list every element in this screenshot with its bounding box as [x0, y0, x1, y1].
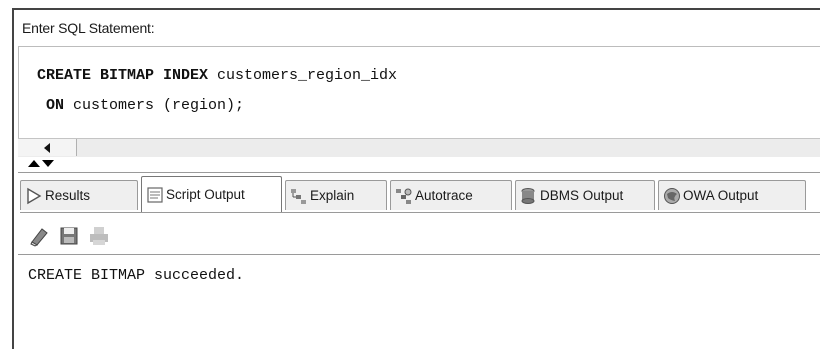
- tab-dbms-output[interactable]: DBMS Output: [515, 180, 655, 210]
- owa-output-icon: [663, 187, 681, 205]
- sql-text: customers_region_idx: [208, 67, 398, 84]
- collapse-down-icon[interactable]: [42, 160, 54, 167]
- tab-label: Explain: [310, 188, 355, 203]
- divider: [18, 172, 820, 173]
- scroll-left-button[interactable]: [18, 139, 77, 156]
- statement-label: Enter SQL Statement:: [22, 20, 155, 36]
- tab-script-output[interactable]: Script Output: [141, 176, 282, 212]
- sql-line-2: ON customers (region);: [37, 97, 244, 114]
- script-output-area[interactable]: CREATE BITMAP succeeded.: [18, 254, 820, 350]
- sql-line-1: CREATE BITMAP INDEX customers_region_idx: [37, 67, 397, 84]
- tab-label: OWA Output: [683, 188, 759, 203]
- eraser-icon[interactable]: [28, 225, 50, 247]
- output-tab-bar: Results Script Output Explain Autotrace: [20, 176, 820, 213]
- horizontal-scrollbar[interactable]: [18, 138, 820, 157]
- tab-label: Results: [45, 188, 91, 203]
- output-message: CREATE BITMAP succeeded.: [28, 267, 245, 284]
- tab-owa-output[interactable]: OWA Output: [658, 180, 806, 210]
- output-toolbar: [20, 220, 820, 252]
- autotrace-icon: [395, 187, 413, 205]
- sql-keyword: ON: [37, 97, 65, 114]
- sql-editor[interactable]: CREATE BITMAP INDEX customers_region_idx…: [18, 46, 820, 139]
- script-output-icon: [146, 186, 164, 204]
- sql-worksheet: Enter SQL Statement: CREATE BITMAP INDEX…: [12, 8, 820, 350]
- sql-text: customers (region);: [64, 97, 245, 114]
- expand-up-icon[interactable]: [28, 160, 40, 167]
- tab-label: Script Output: [166, 187, 245, 202]
- results-play-icon: [25, 187, 43, 205]
- save-icon[interactable]: [58, 225, 80, 247]
- tab-autotrace[interactable]: Autotrace: [390, 180, 512, 210]
- arrow-left-icon: [44, 142, 50, 153]
- tab-results[interactable]: Results: [20, 180, 138, 210]
- panel-splitter[interactable]: [28, 158, 58, 172]
- print-icon[interactable]: [88, 225, 110, 247]
- sql-keyword: CREATE BITMAP INDEX: [37, 67, 209, 84]
- explain-plan-icon: [290, 187, 308, 205]
- tab-label: Autotrace: [415, 188, 473, 203]
- dbms-output-icon: [520, 187, 538, 205]
- tab-label: DBMS Output: [540, 188, 624, 203]
- tab-explain[interactable]: Explain: [285, 180, 387, 210]
